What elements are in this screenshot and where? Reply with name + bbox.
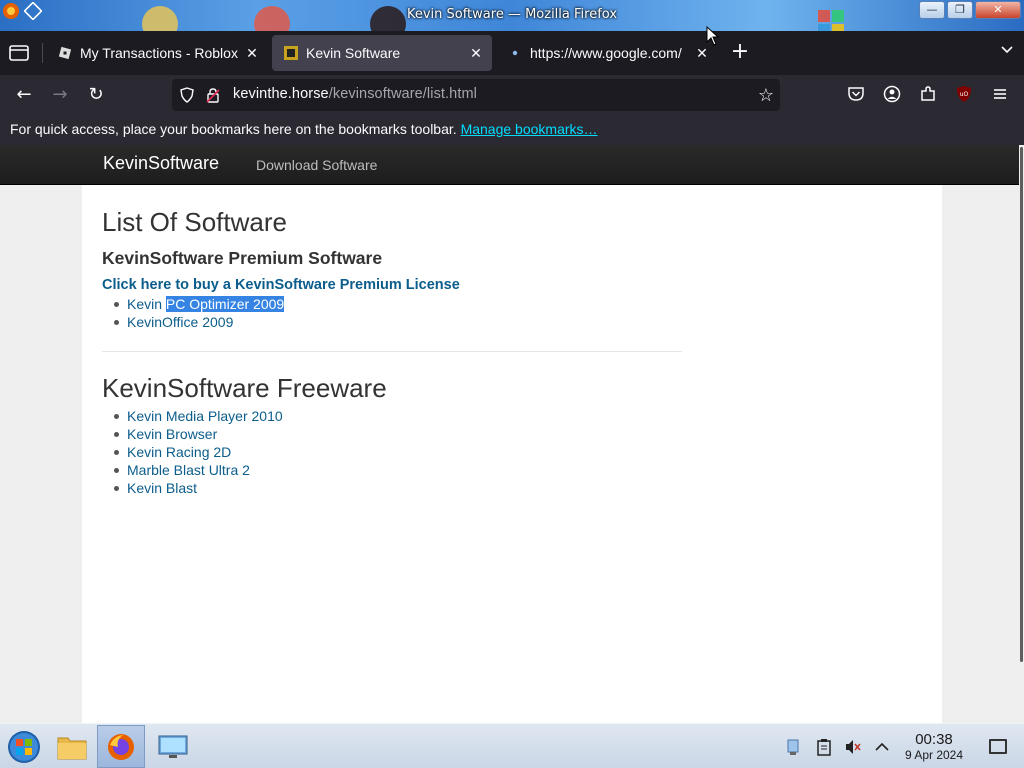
new-tab-button[interactable]: + [728, 41, 752, 65]
tab-label: My Transactions - Roblox [80, 45, 238, 61]
taskbar-firefox[interactable] [97, 725, 145, 768]
freeware-item[interactable]: Kevin Browser [114, 425, 283, 443]
freeware-item[interactable]: Kevin Media Player 2010 [114, 407, 283, 425]
download-software-link[interactable]: Download Software [256, 157, 377, 173]
taskbar-clock[interactable]: 00:38 9 Apr 2024 [898, 731, 970, 763]
extensions-icon[interactable] [919, 85, 937, 103]
premium-item-pc-optimizer[interactable]: Kevin PC Optimizer 2009 [114, 295, 285, 313]
bookmarks-toolbar: For quick access, place your bookmarks h… [0, 115, 1024, 145]
folder-icon [57, 737, 87, 759]
bookmarks-hint: For quick access, place your bookmarks h… [10, 121, 457, 137]
page-viewport[interactable]: KevinSoftware Download Software List Of … [0, 145, 1019, 723]
tab-strip: My Transactions - Roblox ✕ Kevin Softwar… [0, 31, 1024, 75]
navigation-toolbar: ← → ↻ kevinthe.horse/kevinsoftware/list.… [0, 75, 1024, 115]
network-icon[interactable] [784, 738, 802, 756]
volume-muted-icon[interactable] [844, 738, 862, 756]
page-title: List Of Software [102, 207, 287, 237]
selected-text: PC Optimizer 2009 [165, 296, 285, 312]
start-button[interactable] [0, 725, 48, 768]
loading-dot-icon [512, 50, 518, 56]
taskbar: 00:38 9 Apr 2024 [0, 723, 1024, 768]
clock-date: 9 Apr 2024 [904, 748, 964, 762]
freeware-heading: KevinSoftware Freeware [102, 373, 387, 403]
show-desktop-button[interactable] [989, 739, 1007, 754]
kevinsoftware-icon [284, 46, 298, 60]
chevron-down-icon [1001, 46, 1013, 54]
site-navbar: KevinSoftware Download Software [0, 145, 1019, 185]
window-titlebar[interactable]: Kevin Software — Mozilla Firefox — ❐ ✕ [0, 0, 1024, 31]
list-all-tabs-button[interactable] [1000, 43, 1014, 61]
taskbar-file-manager[interactable] [48, 725, 96, 768]
firefox-icon [108, 733, 134, 760]
url-host: kevinthe.horse [233, 86, 329, 102]
tab-separator [42, 43, 43, 63]
buy-license-link[interactable]: Click here to buy a KevinSoftware Premiu… [102, 277, 460, 293]
roblox-icon [58, 46, 72, 60]
computer-icon [158, 735, 188, 758]
premium-heading: KevinSoftware Premium Software [102, 248, 383, 268]
window-title: Kevin Software — Mozilla Firefox [406, 7, 618, 22]
content-container: List Of Software KevinSoftware Premium S… [82, 185, 942, 723]
premium-item-office[interactable]: KevinOffice 2009 [114, 313, 284, 331]
tab-close-button[interactable]: ✕ [244, 45, 260, 61]
freeware-item[interactable]: Marble Blast Ultra 2 [114, 461, 283, 479]
tab-close-button[interactable]: ✕ [468, 45, 484, 61]
tab-kevin-software[interactable]: Kevin Software ✕ [272, 35, 492, 71]
premium-list: Kevin PC Optimizer 2009 KevinOffice 2009 [114, 295, 285, 331]
tab-roblox[interactable]: My Transactions - Roblox ✕ [46, 35, 268, 71]
bookmarks-message: For quick access, place your bookmarks h… [10, 121, 598, 137]
back-button[interactable]: ← [12, 83, 36, 107]
windows-start-icon [8, 730, 40, 763]
page-scrollbar[interactable] [1019, 145, 1024, 723]
account-icon[interactable] [883, 85, 901, 103]
freeware-item[interactable]: Kevin Racing 2D [114, 443, 283, 461]
url-text[interactable]: kevinthe.horse/kevinsoftware/list.html [233, 86, 477, 102]
url-bar[interactable]: kevinthe.horse/kevinsoftware/list.html ☆ [172, 79, 780, 111]
forward-button[interactable]: → [48, 83, 72, 107]
chevron-up-icon[interactable] [873, 738, 891, 756]
clipboard-icon[interactable] [815, 738, 833, 756]
firefox-view-icon[interactable] [8, 43, 30, 63]
tab-label: Kevin Software [306, 45, 401, 61]
site-brand[interactable]: KevinSoftware [103, 153, 219, 174]
close-window-button[interactable]: ✕ [975, 1, 1021, 19]
tab-close-button[interactable]: ✕ [694, 45, 710, 61]
freeware-list: Kevin Media Player 2010 Kevin Browser Ke… [114, 407, 283, 497]
freeware-item[interactable]: Kevin Blast [114, 479, 283, 497]
url-path: /kevinsoftware/list.html [328, 86, 477, 102]
tab-label: https://www.google.com/ [530, 45, 682, 61]
tracking-shield-icon[interactable] [179, 87, 195, 103]
list-item-text: Kevin [127, 296, 166, 312]
scrollbar-thumb[interactable] [1020, 147, 1023, 662]
hamburger-menu-icon[interactable] [991, 85, 1009, 103]
section-divider [102, 351, 682, 352]
pocket-icon[interactable] [847, 85, 865, 103]
bookmark-star-button[interactable]: ☆ [758, 85, 774, 106]
tab-google[interactable]: https://www.google.com/ ✕ [496, 35, 718, 71]
reload-button[interactable]: ↻ [84, 83, 108, 107]
clock-time: 00:38 [915, 731, 953, 748]
manage-bookmarks-link[interactable]: Manage bookmarks… [461, 121, 598, 137]
list-item-text: KevinOffice 2009 [127, 314, 234, 330]
svg-text:uO: uO [960, 91, 969, 98]
minimize-button[interactable]: — [919, 1, 945, 19]
insecure-lock-icon[interactable] [205, 87, 221, 103]
maximize-button[interactable]: ❐ [947, 1, 973, 19]
ublock-origin-icon[interactable]: uO [955, 85, 973, 103]
taskbar-remote-desktop[interactable] [149, 725, 197, 768]
mouse-cursor-icon [706, 26, 720, 46]
